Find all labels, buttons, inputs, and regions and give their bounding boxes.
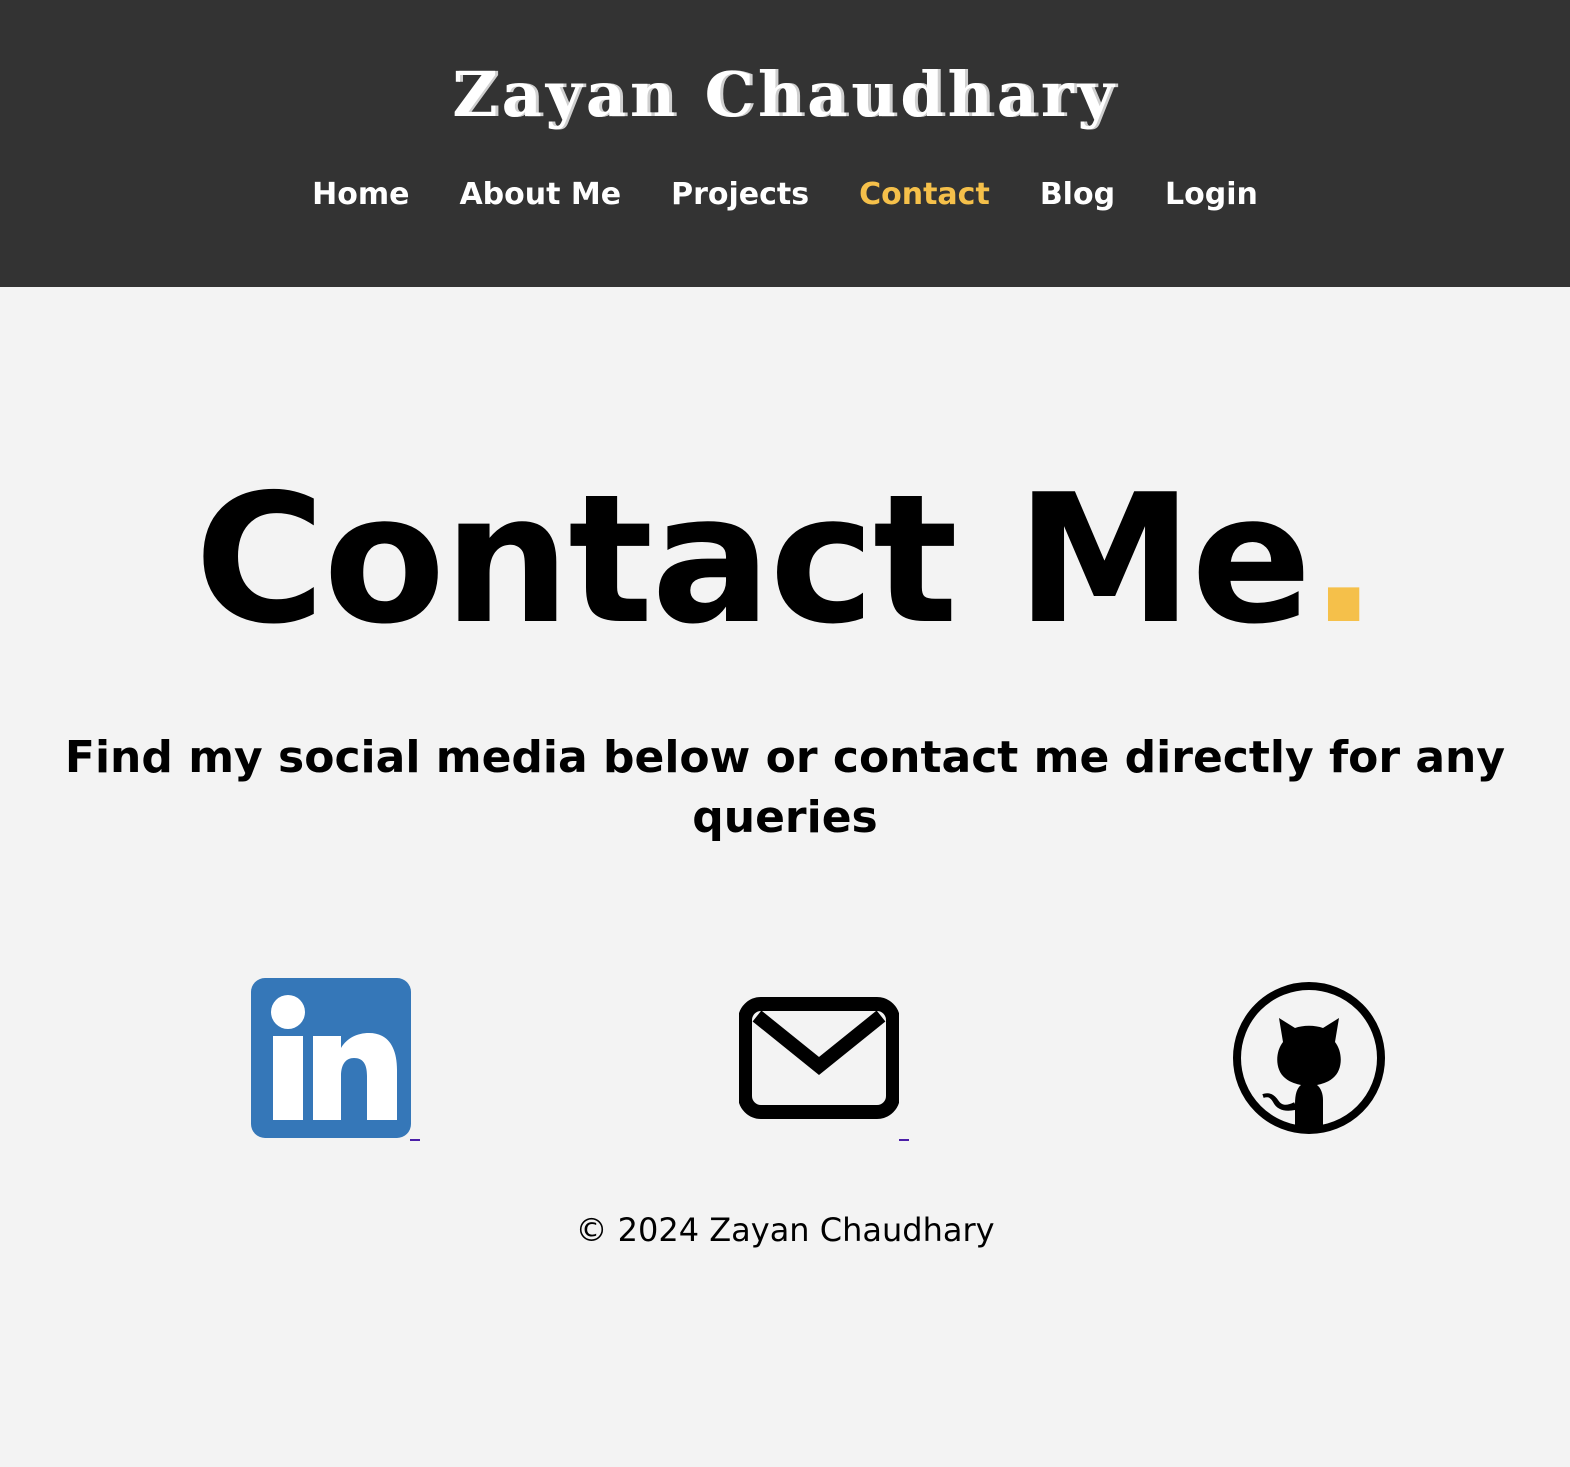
- copyright-text: © 2024 Zayan Chaudhary: [575, 1211, 995, 1249]
- nav-projects[interactable]: Projects: [671, 172, 809, 218]
- page-title-text: Contact Me: [194, 456, 1312, 663]
- github-icon: [1233, 982, 1385, 1134]
- link-underline: [410, 1139, 420, 1141]
- page-title-accent-dot: .: [1309, 456, 1378, 663]
- linkedin-link[interactable]: [251, 978, 411, 1138]
- nav-blog[interactable]: Blog: [1040, 172, 1115, 218]
- nav-about-me[interactable]: About Me: [459, 172, 621, 218]
- link-underline: [899, 1139, 909, 1141]
- main-nav: Home About Me Projects Contact Blog Logi…: [0, 172, 1570, 218]
- github-link[interactable]: [1229, 978, 1389, 1138]
- email-icon: [739, 997, 899, 1119]
- page-subtitle: Find my social media below or contact me…: [64, 732, 1506, 843]
- linkedin-icon: [251, 978, 411, 1138]
- site-footer: © 2024 Zayan Chaudhary: [0, 1208, 1570, 1252]
- nav-contact[interactable]: Contact: [859, 172, 990, 218]
- email-link[interactable]: [739, 978, 899, 1138]
- nav-login[interactable]: Login: [1165, 172, 1258, 218]
- page-title: Contact Me.: [0, 445, 1570, 675]
- nav-home[interactable]: Home: [312, 172, 409, 218]
- site-title: Zayan Chaudhary: [452, 58, 1118, 131]
- site-header: Zayan Chaudhary Home About Me Projects C…: [0, 0, 1570, 287]
